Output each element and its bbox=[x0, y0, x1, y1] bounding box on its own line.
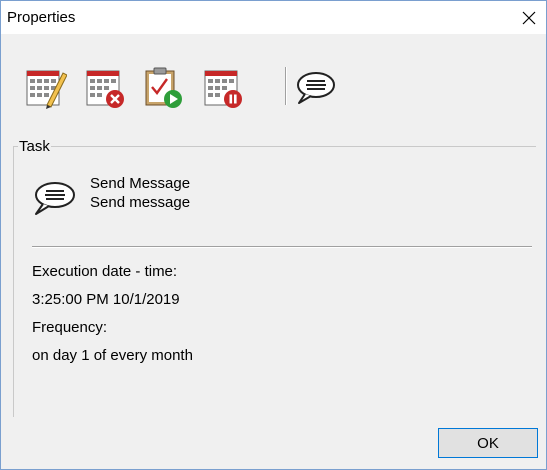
edit-task-button[interactable] bbox=[23, 65, 68, 109]
execution-label: Execution date - time: bbox=[32, 263, 178, 280]
run-task-button[interactable] bbox=[141, 65, 185, 109]
close-button[interactable] bbox=[512, 1, 546, 34]
divider bbox=[32, 246, 532, 248]
execution-value: 3:25:00 PM 10/1/2019 bbox=[32, 291, 180, 308]
pause-task-button[interactable] bbox=[201, 65, 245, 109]
toolbar-separator bbox=[285, 67, 287, 105]
window-title: Properties bbox=[7, 9, 76, 26]
delete-task-button[interactable] bbox=[83, 65, 127, 109]
frequency-value: on day 1 of every month bbox=[32, 347, 193, 364]
task-icon bbox=[30, 179, 76, 222]
calendar-edit-icon bbox=[26, 70, 68, 109]
task-group-legend: Task bbox=[18, 138, 51, 155]
message-button[interactable] bbox=[293, 65, 337, 109]
calendar-pause-icon bbox=[204, 70, 242, 108]
speech-bubble-icon bbox=[297, 72, 335, 104]
frequency-label: Frequency: bbox=[32, 319, 108, 336]
ok-button[interactable]: OK bbox=[438, 428, 538, 458]
clipboard-run-icon bbox=[145, 67, 182, 108]
speech-bubble-icon bbox=[35, 182, 75, 215]
properties-dialog: Properties Task Send Message Send messag… bbox=[0, 0, 547, 470]
task-group: Task Send Message Send message Execution… bbox=[13, 138, 536, 417]
toolbar bbox=[13, 53, 547, 123]
task-name: Send Message bbox=[90, 175, 191, 192]
task-description: Send message bbox=[90, 194, 191, 211]
close-icon bbox=[522, 11, 536, 24]
calendar-delete-icon bbox=[86, 70, 124, 108]
title-bar: Properties bbox=[1, 1, 546, 34]
